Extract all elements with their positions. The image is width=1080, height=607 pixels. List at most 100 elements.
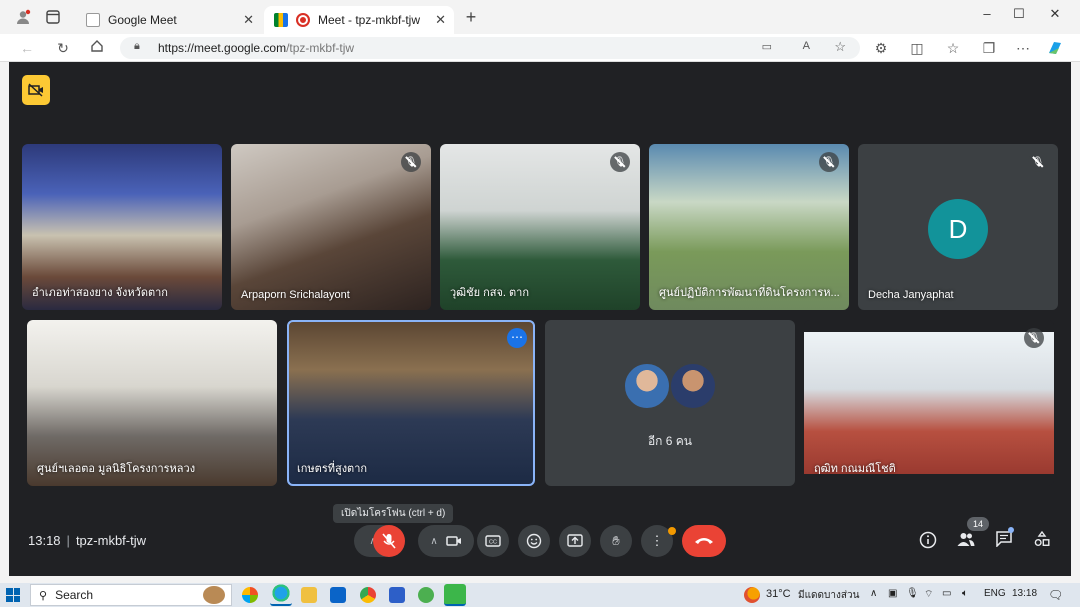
close-tab-icon[interactable]: ✕ — [435, 12, 446, 28]
participant-video — [804, 332, 1054, 474]
extensions-icon[interactable]: ⚙ — [872, 39, 890, 57]
meeting-info-icon[interactable] — [917, 531, 939, 553]
chevron-up-icon[interactable]: ∧ — [430, 536, 437, 547]
refresh-icon[interactable]: ↻ — [54, 39, 72, 57]
camera-tray-icon[interactable]: ▭ — [942, 588, 951, 599]
input-language[interactable]: ENG — [984, 588, 1006, 599]
present-button[interactable] — [559, 525, 591, 557]
meet-logo-icon — [274, 13, 288, 27]
muted-mic-icon: 🎙︎ — [1024, 328, 1044, 348]
tab-meet-call[interactable]: Meet - tpz-mkbf-tjw ✕ — [264, 6, 454, 34]
chrome-app-icon[interactable] — [360, 587, 376, 603]
tray-chevron-icon[interactable]: ∧ — [870, 588, 877, 599]
people-count-badge: 14 — [967, 517, 989, 531]
muted-mic-icon: 🎙︎ — [819, 152, 839, 172]
app-icon[interactable] — [418, 587, 434, 603]
url-field[interactable]: 🔒︎ https://meet.google.com/tpz-mkbf-tjw … — [120, 37, 860, 59]
others-tile[interactable]: อีก 6 คน — [545, 320, 795, 486]
participant-tile[interactable]: ศูนย์ฯเลอตอ มูลนิธิโครงการหลวง — [27, 320, 277, 486]
mic-toggle-button[interactable] — [373, 525, 405, 557]
search-highlight-icon — [203, 586, 225, 604]
favorite-star-icon[interactable]: ☆ — [834, 39, 846, 55]
participant-tile-pinned[interactable]: ⋯ เกษตรที่สูงตาก — [287, 320, 535, 486]
participant-tile[interactable]: 🎙︎ ศูนย์ปฏิบัติการพัฒนาที่ดินโครงการห... — [649, 144, 849, 310]
camera-permission-icon[interactable]: ▭ — [762, 40, 772, 53]
meeting-details: 13:18 | tpz-mkbf-tjw — [28, 533, 146, 548]
close-window-button[interactable]: ✕ — [1040, 6, 1070, 26]
avatar: D — [928, 199, 988, 259]
search-placeholder: Search — [55, 588, 94, 602]
taskbar-clock[interactable]: 13:18 — [1012, 588, 1037, 599]
line-app-icon[interactable] — [444, 584, 466, 606]
read-aloud-icon[interactable]: A — [803, 40, 810, 52]
participant-name: Arpaporn Srichalayont — [241, 289, 350, 301]
microphone-icon[interactable]: 🎙︎ — [906, 588, 919, 599]
network-icon[interactable]: ⌔ — [924, 588, 933, 601]
back-icon[interactable]: ← — [18, 39, 36, 57]
profile-icon[interactable] — [14, 8, 32, 26]
emoji-button[interactable] — [518, 525, 550, 557]
captions-button[interactable]: CC — [477, 525, 509, 557]
home-icon[interactable] — [88, 39, 106, 57]
participant-tile[interactable]: 🎙︎ D Decha Janyaphat — [858, 144, 1058, 310]
chat-icon[interactable] — [993, 531, 1015, 553]
tab-label: Google Meet — [108, 13, 177, 27]
participant-name: เกษตรที่สูงตาก — [297, 463, 368, 475]
mail-app-icon[interactable] — [330, 587, 346, 603]
smile-icon — [526, 533, 542, 549]
collections-icon[interactable]: ❐ — [980, 39, 998, 57]
weather-text: มีแดดบางส่วน — [798, 590, 860, 601]
more-vert-icon: ⋮ — [650, 533, 664, 548]
minimize-button[interactable]: – — [972, 6, 1002, 26]
weather-icon[interactable] — [744, 587, 760, 603]
volume-icon[interactable]: 🔈︎ — [962, 588, 968, 599]
favorites-icon[interactable]: ☆ — [944, 39, 962, 57]
meet-stage: อำเภอท่าสองยาง จังหวัดตาก 🎙︎ Arpaporn Sr… — [9, 62, 1071, 576]
raise-hand-button[interactable]: ✋︎ — [600, 525, 632, 557]
windows-start-icon[interactable] — [6, 588, 20, 602]
tab-label: Meet - tpz-mkbf-tjw — [318, 13, 421, 27]
participant-tile[interactable]: 🎙︎ ฤฒิท กณมณีโชติ — [804, 320, 1054, 486]
camera-off-badge[interactable] — [22, 75, 50, 105]
search-icon: ⚲ — [39, 589, 48, 602]
address-bar-row: ← ↻ 🔒︎ https://meet.google.com/tpz-mkbf-… — [0, 34, 1080, 62]
recording-dot-icon — [296, 13, 310, 27]
lock-icon: 🔒︎ — [134, 40, 140, 52]
browser-tab-strip: Google Meet ✕ Meet - tpz-mkbf-tjw ✕ + – … — [0, 0, 1080, 34]
close-tab-icon[interactable]: ✕ — [243, 12, 254, 28]
participant-name: Decha Janyaphat — [868, 289, 954, 301]
zoom-app-icon[interactable] — [389, 587, 405, 603]
file-explorer-icon[interactable] — [301, 587, 317, 603]
unread-dot — [1008, 527, 1014, 533]
more-options-icon[interactable]: ⋯ — [507, 328, 527, 348]
copilot-icon[interactable] — [1046, 39, 1064, 57]
camera-control[interactable]: ∧ — [418, 525, 474, 557]
tab-actions-icon[interactable] — [44, 8, 62, 26]
participant-name: อำเภอท่าสองยาง จังหวัดตาก — [32, 287, 168, 299]
participant-tile[interactable]: อำเภอท่าสองยาง จังหวัดตาก — [22, 144, 222, 310]
edge-app-icon[interactable] — [270, 584, 292, 606]
tray-app-icon[interactable]: ▣ — [888, 588, 897, 599]
camera-icon — [445, 536, 461, 546]
copilot-app-icon[interactable] — [242, 587, 258, 603]
taskbar-search[interactable]: ⚲ Search — [30, 584, 232, 606]
meeting-time: 13:18 — [28, 533, 61, 548]
participant-tile[interactable]: 🎙︎ Arpaporn Srichalayont — [231, 144, 431, 310]
temperature: 31°C — [766, 588, 791, 600]
tab-google-meet[interactable]: Google Meet ✕ — [76, 6, 262, 34]
meeting-code: tpz-mkbf-tjw — [75, 533, 146, 548]
leave-call-button[interactable] — [682, 525, 726, 557]
activities-icon[interactable] — [1031, 530, 1053, 553]
people-icon[interactable] — [955, 531, 977, 553]
notification-dot — [668, 527, 676, 535]
hand-icon: ✋︎ — [612, 533, 620, 548]
participant-tile[interactable]: 🎙︎ วุฒิชัย กสจ. ตาก — [440, 144, 640, 310]
split-screen-icon[interactable]: ◫ — [908, 39, 926, 57]
maximize-button[interactable]: ☐ — [1004, 6, 1034, 26]
svg-text:CC: CC — [489, 540, 497, 546]
participant-name: ศูนย์ฯเลอตอ มูลนิธิโครงการหลวง — [37, 463, 196, 475]
notification-center-icon[interactable]: 🗨︎ — [1048, 588, 1063, 602]
captions-icon: CC — [485, 535, 501, 547]
new-tab-icon[interactable]: + — [462, 7, 480, 27]
more-menu-icon[interactable]: ⋯ — [1014, 39, 1032, 57]
